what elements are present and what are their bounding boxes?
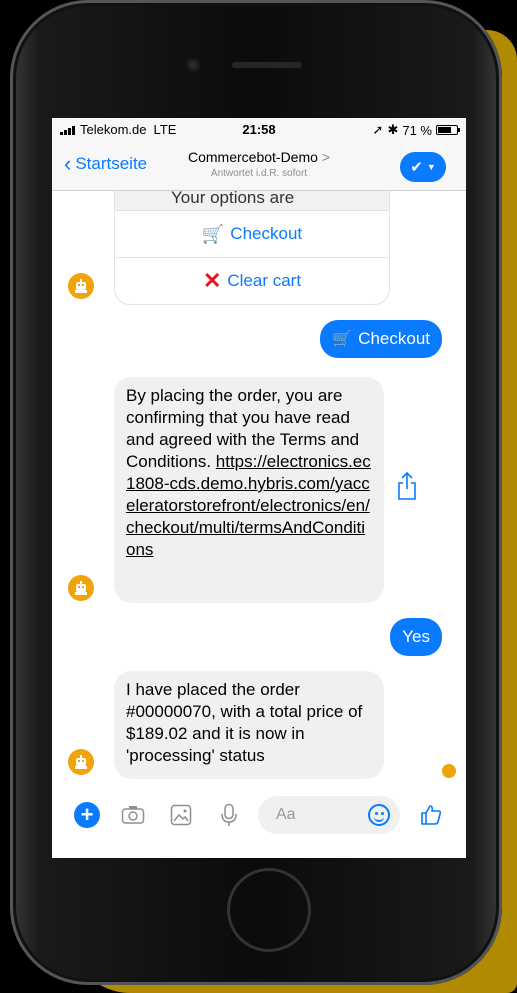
bluetooth-icon: ✱ (387, 122, 399, 137)
plus-icon[interactable]: + (74, 802, 100, 828)
robot-icon (75, 755, 87, 769)
thumbs-up-icon[interactable] (418, 802, 444, 828)
earpiece-speaker (232, 62, 302, 68)
bot-avatar[interactable] (68, 273, 94, 299)
message-text: I have placed the order #00000070, with … (126, 680, 363, 765)
battery-icon (436, 125, 460, 135)
emoji-icon[interactable] (368, 804, 390, 826)
message-text: Checkout (358, 329, 430, 348)
robot-icon (75, 581, 87, 595)
quick-options-card: Your options are 🛒 Checkout ✕ Clear cart (114, 191, 390, 305)
bot-message-bubble[interactable]: I have placed the order #00000070, with … (114, 671, 384, 779)
checkout-option-button[interactable]: 🛒 Checkout (115, 211, 389, 258)
options-header: Your options are (115, 191, 389, 211)
status-bar: Telekom.de LTE 21:58 ➚ ✱ 71 % (52, 118, 466, 140)
clear-cart-option-button[interactable]: ✕ Clear cart (115, 258, 389, 304)
conversation-header: ‹ Startseite Commercebot-Demo > Antworte… (52, 140, 466, 191)
option-label: Checkout (230, 224, 303, 243)
robot-icon (75, 279, 87, 293)
message-composer: + Aa (52, 788, 466, 844)
checkmark-icon: ✔ (410, 159, 423, 176)
done-menu-button[interactable]: ✔ ▼ (400, 152, 446, 182)
bot-avatar[interactable] (68, 575, 94, 601)
title-chevron-icon: > (321, 149, 330, 165)
read-receipt-avatar (442, 764, 456, 778)
bot-name: Commercebot-Demo (187, 149, 318, 165)
user-message-bubble[interactable]: 🛒 Checkout (320, 320, 442, 358)
front-camera (186, 58, 200, 72)
battery-percent: 71 % (402, 122, 432, 138)
message-text: Yes (402, 627, 430, 646)
phone-screen: Telekom.de LTE 21:58 ➚ ✱ 71 % ‹ Startsei… (52, 118, 466, 858)
shopping-cart-icon: 🛒 (201, 223, 225, 244)
option-label: Clear cart (227, 271, 302, 290)
home-button[interactable] (227, 868, 311, 952)
dropdown-caret-icon: ▼ (426, 162, 436, 172)
camera-icon[interactable] (120, 802, 146, 828)
red-x-icon: ✕ (202, 268, 222, 293)
bot-message-bubble[interactable]: By placing the order, you are confirming… (114, 377, 384, 603)
microphone-icon[interactable] (216, 802, 242, 828)
bot-avatar[interactable] (68, 749, 94, 775)
gallery-icon[interactable] (168, 802, 194, 828)
user-message-bubble[interactable]: Yes (390, 618, 442, 656)
shopping-cart-icon: 🛒 (332, 331, 353, 348)
input-placeholder: Aa (276, 806, 296, 823)
location-arrow-icon: ➚ (372, 122, 384, 137)
share-icon[interactable] (396, 471, 418, 501)
message-list[interactable]: Your options are 🛒 Checkout ✕ Clear cart… (52, 191, 466, 788)
message-input[interactable]: Aa (258, 796, 400, 834)
